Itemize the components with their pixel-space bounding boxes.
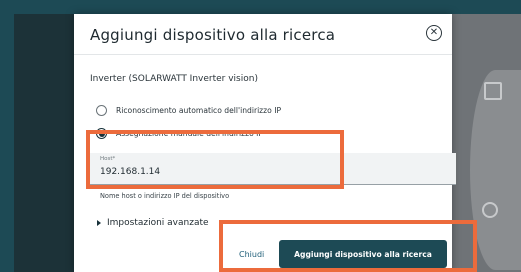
radio-button[interactable] (96, 105, 107, 116)
app-background-left (14, 14, 74, 272)
highlight-box-buttons (219, 220, 477, 272)
device-subtitle: Inverter (SOLARWATT Inverter vision) (90, 74, 258, 84)
advanced-settings-toggle[interactable]: Impostazioni avanzate (97, 218, 209, 228)
app-background-panel (470, 70, 521, 270)
caret-right-icon (97, 220, 101, 226)
highlight-box-host (86, 130, 344, 189)
advanced-settings-label: Impostazioni avanzate (107, 218, 209, 228)
divider (74, 54, 452, 55)
radio-option-auto-ip[interactable]: Riconoscimento automatico dell'indirizzo… (96, 105, 281, 116)
layout-icon (484, 82, 502, 100)
dialog-title: Aggiungi dispositivo alla ricerca (90, 26, 336, 44)
host-helper-text: Nome host o indirizzo IP del dispositivo (100, 192, 230, 200)
radio-label: Riconoscimento automatico dell'indirizzo… (116, 106, 282, 115)
close-icon[interactable]: ✕ (426, 25, 442, 41)
settings-icon (482, 202, 498, 218)
